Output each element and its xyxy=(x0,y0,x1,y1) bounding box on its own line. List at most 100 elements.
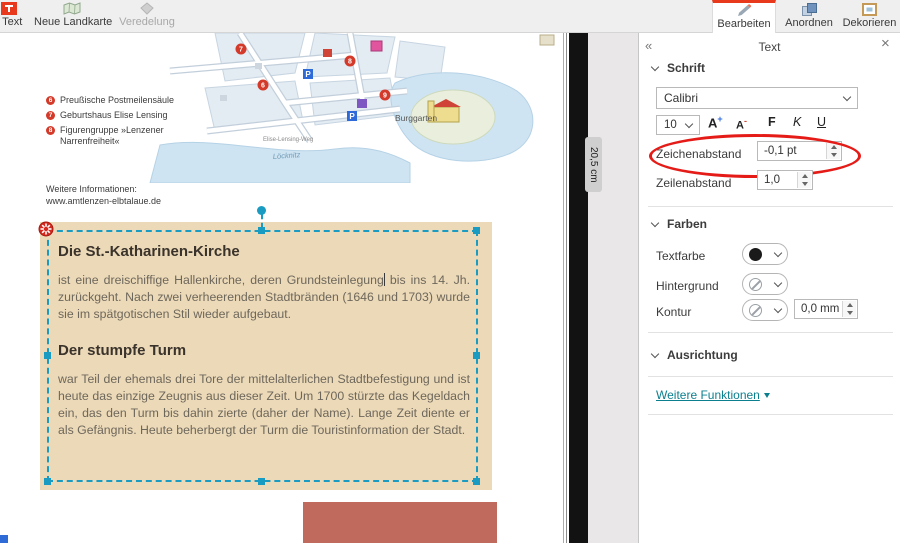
divider xyxy=(648,206,893,207)
outline-color-swatch[interactable] xyxy=(742,299,788,321)
toolbar-item-refine[interactable]: Veredelung xyxy=(116,0,178,33)
blue-corner-chip xyxy=(0,535,8,543)
map-marker-number: 9 xyxy=(383,93,387,100)
tab-dekorieren[interactable]: Dekorieren xyxy=(840,0,899,33)
line-spacing-value: 1,0 xyxy=(764,174,780,186)
outline-width-spinner[interactable] xyxy=(842,301,856,317)
map-object[interactable]: P P 6 7 8 9 Burggarten Elise-Lensing-Weg… xyxy=(145,33,563,183)
italic-button[interactable]: K xyxy=(793,115,801,129)
outline-width-value: 0,0 mm xyxy=(801,303,839,315)
section-label: Ausrichtung xyxy=(667,348,738,362)
underline-button[interactable]: U xyxy=(817,115,826,129)
map-legend[interactable]: 6 Preußische Postmeilensäule 7 Geburtsha… xyxy=(46,95,192,151)
font-increase-button[interactable]: A+ xyxy=(708,114,723,130)
line-spacing-spinner[interactable] xyxy=(797,172,811,188)
spinner-up-icon[interactable] xyxy=(847,303,853,307)
panel-title: Text xyxy=(639,40,900,54)
legend-marker-icon: 6 xyxy=(46,96,55,105)
selection-handle-bottom-middle[interactable] xyxy=(258,478,265,485)
text-color-label: Textfarbe xyxy=(656,249,705,263)
font-family-select[interactable]: Calibri xyxy=(656,87,858,109)
rotation-handle[interactable] xyxy=(257,206,266,215)
dropdown-arrow-icon xyxy=(764,393,770,398)
more-functions-label: Weitere Funktionen xyxy=(656,388,760,402)
no-fill-icon xyxy=(749,304,762,317)
tab-label: Bearbeiten xyxy=(713,18,775,30)
chevron-down-icon xyxy=(685,119,693,127)
page-edge-bar xyxy=(569,33,588,543)
parking-letter: P xyxy=(305,70,311,79)
toolbar-item-new-text[interactable]: r Text xyxy=(0,0,30,33)
line-spacing-label: Zeilenabstand xyxy=(656,176,731,190)
selection-handle-bottom-right[interactable] xyxy=(473,478,480,485)
chevron-icon xyxy=(651,62,659,70)
section-farben[interactable]: Farben xyxy=(652,217,707,231)
tab-label: Dekorieren xyxy=(840,17,899,29)
more-functions-link[interactable]: Weitere Funktionen xyxy=(656,388,770,402)
selection-handle-middle-left[interactable] xyxy=(44,352,51,359)
map-label-burggarten: Burggarten xyxy=(395,113,437,123)
chevron-icon xyxy=(651,349,659,357)
app-window: r Text Neue Landkarte Veredelung Bearbei… xyxy=(0,0,900,543)
legend-item-label: Figurengruppe »Lenzener Narrenfreiheit« xyxy=(60,125,192,147)
outline-width-input[interactable]: 0,0 mm xyxy=(794,299,858,319)
top-toolbar: r Text Neue Landkarte Veredelung Bearbei… xyxy=(0,0,900,33)
tab-bearbeiten[interactable]: Bearbeiten xyxy=(712,0,776,33)
ruler-height-label: 20,5 cm xyxy=(585,137,602,192)
chevron-down-icon xyxy=(774,304,782,312)
terracotta-rectangle-object[interactable] xyxy=(303,502,497,543)
section-ausrichtung[interactable]: Ausrichtung xyxy=(652,348,738,362)
black-color-dot-icon xyxy=(749,248,762,261)
rotation-connector-line xyxy=(261,214,263,228)
text-color-swatch[interactable] xyxy=(742,243,788,265)
pasteboard-gutter xyxy=(588,33,639,543)
object-anchor-icon[interactable] xyxy=(38,221,54,242)
ruler-height-value: 20,5 cm xyxy=(588,147,599,183)
page-edge-line xyxy=(566,33,567,543)
bold-button[interactable]: F xyxy=(768,115,776,129)
font-size-value: 10 xyxy=(664,119,677,131)
legend-item-label: Geburtshaus Elise Lensing xyxy=(60,110,168,121)
new-text-icon xyxy=(0,2,30,15)
divider xyxy=(648,414,893,415)
divider xyxy=(648,332,893,333)
legend-item: 8 Figurengruppe »Lenzener Narrenfreiheit… xyxy=(46,125,192,147)
legend-info: Weitere Informationen: www.amtlenzen-elb… xyxy=(46,183,161,207)
line-spacing-input[interactable]: 1,0 xyxy=(757,170,813,190)
spinner-down-icon[interactable] xyxy=(802,182,808,186)
legend-item: 7 Geburtshaus Elise Lensing xyxy=(46,110,192,121)
spinner-down-icon[interactable] xyxy=(847,311,853,315)
tab-label: Anordnen xyxy=(780,17,838,29)
font-decrease-button[interactable]: A- xyxy=(736,116,747,132)
selection-handle-top-right[interactable] xyxy=(473,227,480,234)
annotation-ellipse xyxy=(649,134,861,178)
plus-sign: + xyxy=(717,114,722,124)
close-icon[interactable]: × xyxy=(881,37,890,50)
map-label-street: Elise-Lensing-Weg xyxy=(263,137,313,143)
button-letter: A xyxy=(736,120,744,132)
outline-label: Kontur xyxy=(656,305,691,319)
section-label: Schrift xyxy=(667,61,705,75)
background-color-swatch[interactable] xyxy=(742,273,788,295)
map-marker-number: 7 xyxy=(239,47,243,54)
legend-marker-icon: 8 xyxy=(46,126,55,135)
legend-info-url: www.amtlenzen-elbtalaue.de xyxy=(46,195,161,207)
toolbar-item-new-map[interactable]: Neue Landkarte xyxy=(34,0,110,33)
font-size-select[interactable]: 10 xyxy=(656,115,700,135)
spinner-up-icon[interactable] xyxy=(802,174,808,178)
selection-handle-middle-right[interactable] xyxy=(473,352,480,359)
toolbar-item-label: r Text xyxy=(0,16,30,28)
legend-info-title: Weitere Informationen: xyxy=(46,183,161,195)
map-icon xyxy=(34,2,110,15)
selection-handle-bottom-left[interactable] xyxy=(44,478,51,485)
selection-handle-top-middle[interactable] xyxy=(258,227,265,234)
edit-pencil-icon xyxy=(713,4,775,17)
background-label: Hintergrund xyxy=(656,279,719,293)
chevron-down-icon xyxy=(774,278,782,286)
toolbar-item-label: Neue Landkarte xyxy=(34,16,110,28)
section-schrift[interactable]: Schrift xyxy=(652,61,705,75)
page-edge-line xyxy=(563,33,564,543)
tab-anordnen[interactable]: Anordnen xyxy=(780,0,838,33)
no-fill-icon xyxy=(749,278,762,291)
map-marker-number: 8 xyxy=(348,59,352,66)
